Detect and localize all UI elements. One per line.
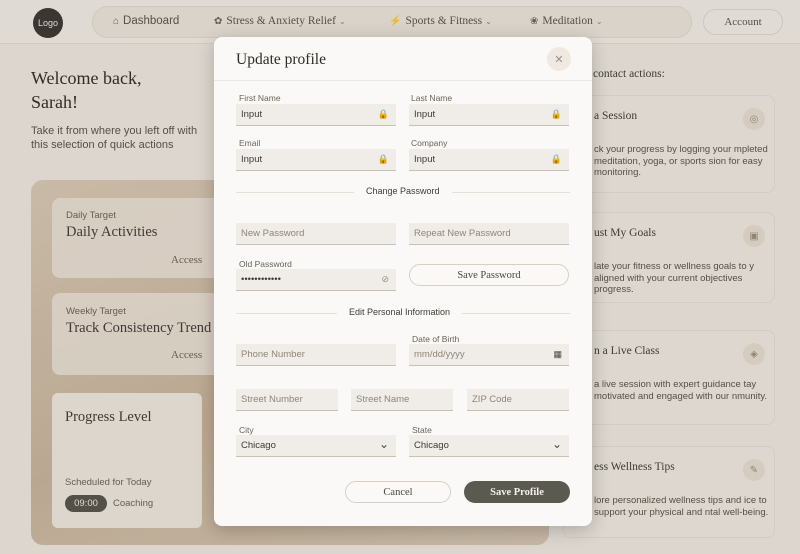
old-password-value: •••••••••••• (241, 274, 281, 285)
personal-info-heading: Edit Personal Information (337, 307, 463, 317)
calendar-icon[interactable]: ▦ (553, 349, 562, 360)
repeat-password-placeholder: Repeat New Password (414, 228, 511, 239)
email-field[interactable]: Input 🔒 (236, 149, 396, 171)
state-label: State (412, 425, 432, 435)
first-name-label: First Name (239, 93, 281, 103)
last-name-label: Last Name (411, 93, 453, 103)
company-field[interactable]: Input 🔒 (409, 149, 569, 171)
email-value: Input (241, 154, 263, 165)
repeat-password-field[interactable]: Repeat New Password (409, 223, 569, 245)
date-of-birth-field[interactable]: mm/dd/yyyy ▦ (409, 344, 569, 366)
street-number-field[interactable]: Street Number (236, 389, 338, 411)
chevron-down-icon: ⌄ (378, 437, 389, 451)
street-name-field[interactable]: Street Name (351, 389, 453, 411)
date-of-birth-label: Date of Birth (412, 334, 460, 344)
state-value: Chicago (414, 440, 449, 451)
modal-title: Update profile (236, 51, 326, 68)
lock-icon: 🔒 (550, 109, 562, 119)
phone-number-field[interactable]: Phone Number (236, 344, 396, 366)
city-label: City (239, 425, 254, 435)
dob-placeholder: mm/dd/yyyy (414, 349, 465, 360)
company-label: Company (411, 138, 448, 148)
save-password-button[interactable]: Save Password (409, 264, 569, 286)
email-label: Email (239, 138, 261, 148)
eye-off-icon[interactable]: ⊘ (381, 274, 389, 285)
city-value: Chicago (241, 440, 276, 451)
last-name-value: Input (414, 109, 436, 120)
close-icon: ✕ (554, 53, 564, 66)
city-select[interactable]: Chicago ⌄ (236, 435, 396, 457)
zip-code-field[interactable]: ZIP Code (467, 389, 569, 411)
state-select[interactable]: Chicago ⌄ (409, 435, 569, 457)
chevron-down-icon: ⌄ (551, 437, 562, 451)
cancel-button[interactable]: Cancel (345, 481, 451, 503)
update-profile-modal: Update profile ✕ First Name Input 🔒 Last … (214, 37, 592, 526)
zip-placeholder: ZIP Code (472, 394, 512, 405)
modal-header: Update profile ✕ (214, 37, 592, 81)
street-number-placeholder: Street Number (241, 394, 303, 405)
company-value: Input (414, 154, 436, 165)
lock-icon: 🔒 (550, 154, 562, 164)
first-name-value: Input (241, 109, 263, 120)
lock-icon: 🔒 (377, 109, 389, 119)
save-profile-button[interactable]: Save Profile (464, 481, 570, 503)
last-name-field[interactable]: Input 🔒 (409, 104, 569, 126)
phone-placeholder: Phone Number (241, 349, 305, 360)
new-password-placeholder: New Password (241, 228, 305, 239)
old-password-field[interactable]: •••••••••••• ⊘ (236, 269, 396, 291)
change-password-heading: Change Password (354, 186, 452, 196)
new-password-field[interactable]: New Password (236, 223, 396, 245)
old-password-label: Old Password (239, 259, 292, 269)
street-name-placeholder: Street Name (356, 394, 410, 405)
close-button[interactable]: ✕ (547, 47, 571, 71)
lock-icon: 🔒 (377, 154, 389, 164)
first-name-field[interactable]: Input 🔒 (236, 104, 396, 126)
